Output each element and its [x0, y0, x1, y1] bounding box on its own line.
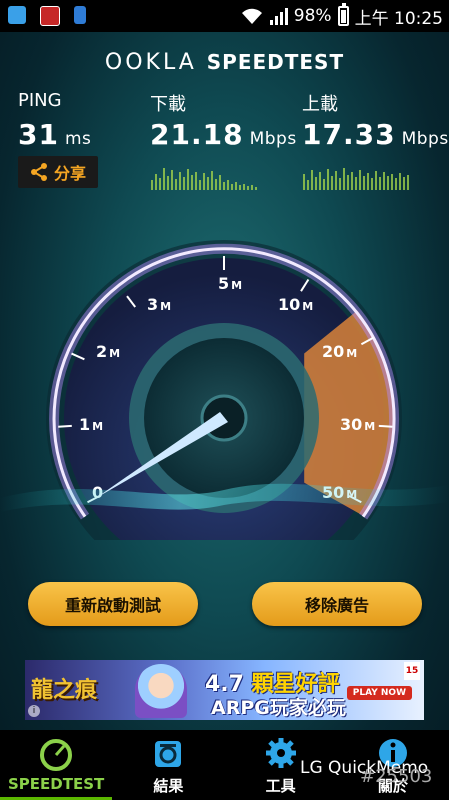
file-icon — [74, 6, 86, 24]
restart-test-button[interactable]: 重新啟動測試 — [28, 582, 198, 626]
image-id-watermark: #25503 — [360, 766, 433, 787]
ad-game-title: 龍之痕 — [31, 677, 98, 703]
share-button[interactable]: 分享 — [18, 156, 98, 188]
app-logo: OOKLA SPEEDTEST — [0, 50, 449, 75]
battery-icon — [337, 3, 349, 26]
results-icon — [155, 741, 182, 767]
upload-value: 17.33 — [302, 118, 396, 151]
brand-name: OOKLA — [104, 50, 197, 75]
ad-tagline: ARPG玩家必玩 — [211, 697, 346, 719]
ping-label: PING — [18, 90, 62, 111]
share-label: 分享 — [53, 164, 86, 183]
wifi-notification-icon — [8, 6, 26, 24]
product-name: SPEEDTEST — [206, 50, 345, 74]
ad-age-rating: 15 — [404, 662, 420, 680]
banner-ad[interactable]: 龍之痕 4.7 顆星好評 ARPG玩家必玩 PLAY NOW 15 i — [25, 660, 424, 720]
download-label: 下載 — [150, 94, 186, 115]
tab-tools-label: 工具 — [265, 777, 296, 795]
clock: 上午 10:25 — [354, 8, 443, 29]
upload-label: 上載 — [302, 94, 338, 115]
ad-info-icon[interactable]: i — [28, 705, 40, 717]
ad-character-image — [135, 664, 187, 718]
tab-speedtest[interactable]: SPEEDTEST — [0, 730, 113, 800]
tab-speedtest-label: SPEEDTEST — [7, 775, 105, 793]
tab-results-label: 結果 — [153, 777, 184, 795]
upload-unit: Mbps — [401, 129, 449, 149]
ad-play-now-button[interactable]: PLAY NOW — [346, 686, 412, 700]
upload-sparkline — [303, 168, 409, 190]
share-icon — [30, 163, 47, 181]
status-bar: 98% 上午 10:25 — [0, 0, 449, 32]
download-readout: 21.18 Mbps — [150, 118, 297, 151]
ping-readout: 31 ms — [18, 118, 91, 151]
battery-percent: 98% — [293, 6, 332, 26]
upload-readout: 17.33 Mbps — [302, 118, 449, 151]
signal-icon — [269, 7, 288, 25]
speed-gauge: 0 1M 2M 3M 5M 10M 20M 30M 50M — [0, 240, 449, 540]
remove-ads-button[interactable]: 移除廣告 — [252, 582, 422, 626]
tab-results[interactable]: 結果 — [112, 730, 224, 800]
ping-value: 31 — [18, 118, 59, 151]
gear-icon — [265, 738, 296, 768]
antivirus-icon — [40, 6, 60, 26]
ping-unit: ms — [64, 129, 92, 149]
download-unit: Mbps — [249, 129, 297, 149]
download-value: 21.18 — [150, 118, 244, 151]
speedometer-icon — [40, 739, 73, 771]
wifi-icon — [241, 8, 262, 24]
download-sparkline — [151, 168, 257, 190]
